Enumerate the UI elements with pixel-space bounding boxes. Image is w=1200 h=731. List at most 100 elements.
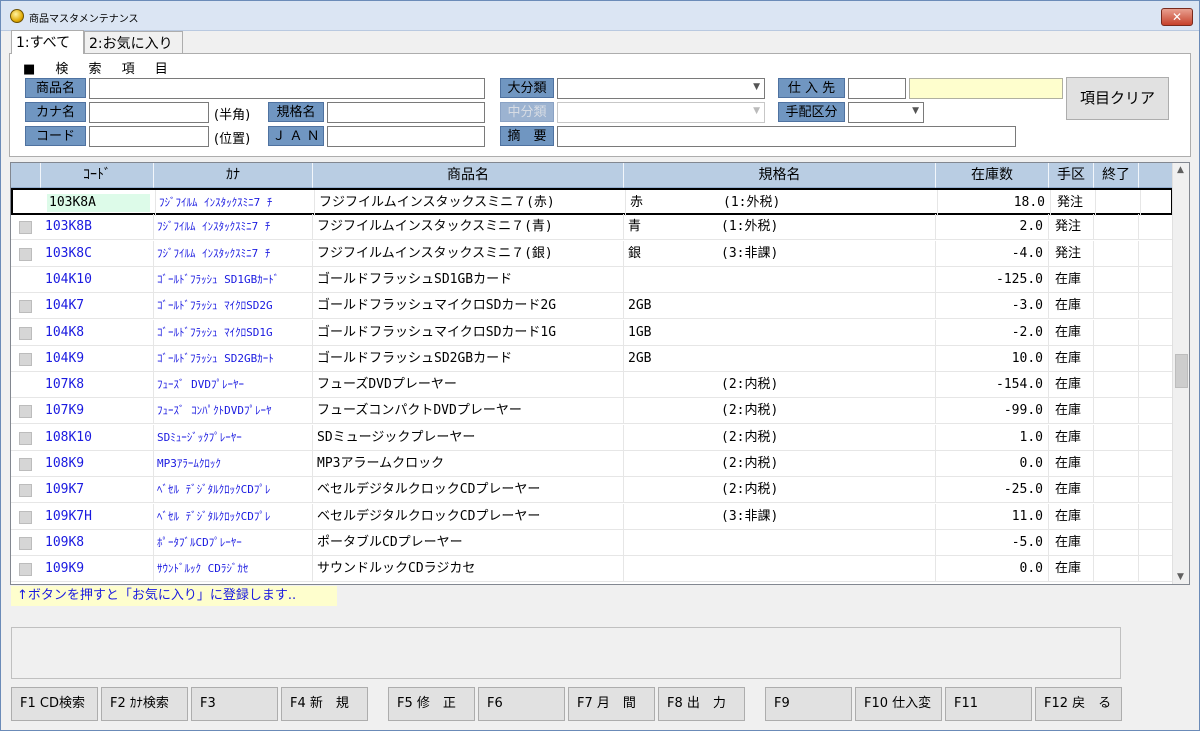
spec-cell[interactable]: 銀 (3:非課) <box>624 240 936 267</box>
kana-cell[interactable]: ﾌｼﾞﾌｲﾙﾑ ｲﾝｽﾀｯｸｽﾐﾆ7 ﾁ <box>154 214 313 241</box>
stock-cell[interactable]: -99.0 <box>936 398 1049 425</box>
minor-category-select[interactable]: ▼ <box>557 102 765 123</box>
table-row[interactable]: 109K9 ｻｳﾝﾄﾞﾙｯｸ CDﾗｼﾞｶｾ サウンドルックCDラジカセ 0.0 在庫 <box>11 556 1173 583</box>
kana-cell[interactable]: ﾌｼﾞﾌｲﾙﾑ ｲﾝｽﾀｯｸｽﾐﾆ7 ﾁ <box>156 190 315 216</box>
stock-cell[interactable]: 2.0 <box>936 214 1049 241</box>
table-row[interactable]: 107K8 ﾌｭｰｽﾞ DVDﾌﾟﾚｰﾔｰ フューズDVDプレーヤー (2:内税) -1… <box>11 372 1173 399</box>
order-type-cell[interactable]: 発注 <box>1049 240 1094 267</box>
major-category-select[interactable]: ▼ <box>557 78 765 99</box>
function-key-f9[interactable]: F9 <box>765 687 852 721</box>
spec-cell[interactable]: 1GB <box>624 319 936 346</box>
table-row[interactable]: 104K9 ｺﾞｰﾙﾄﾞﾌﾗｯｼｭ SD2GBｶｰﾄ ゴールドフラッシュSD2GBカ… <box>11 345 1173 372</box>
favorite-toggle-button[interactable] <box>19 484 32 498</box>
product-name-cell[interactable]: フジフイルムインスタックスミニ７(赤) <box>315 190 626 216</box>
stock-cell[interactable]: 1.0 <box>936 424 1049 451</box>
end-cell[interactable] <box>1094 398 1139 425</box>
function-key-f12[interactable]: F12 戻 る <box>1035 687 1122 721</box>
code-input[interactable] <box>89 126 209 147</box>
kana-cell[interactable]: ﾎﾟｰﾀﾌﾞﾙCDﾌﾟﾚｰﾔｰ <box>154 529 313 556</box>
end-cell[interactable] <box>1094 240 1139 267</box>
end-cell[interactable] <box>1094 529 1139 556</box>
table-row[interactable]: 104K8 ｺﾞｰﾙﾄﾞﾌﾗｯｼｭ ﾏｲｸﾛSD1G ゴールドフラッシュマイクロSD… <box>11 319 1173 346</box>
column-header-end[interactable]: 終了 <box>1094 163 1139 188</box>
kana-name-input[interactable] <box>89 102 209 123</box>
order-type-cell[interactable]: 在庫 <box>1049 503 1094 530</box>
code-cell[interactable]: 108K9 <box>41 451 154 477</box>
vertical-scrollbar[interactable]: ▲ ▼ <box>1172 163 1189 584</box>
stock-cell[interactable]: -154.0 <box>936 372 1049 399</box>
spec-cell[interactable]: 赤 (1:外税) <box>626 190 938 216</box>
tab-all[interactable]: 1:すべて <box>11 30 84 54</box>
function-key-f3[interactable]: F3 <box>191 687 278 721</box>
summary-input[interactable] <box>557 126 1016 147</box>
product-name-cell[interactable]: SDミュージックプレーヤー <box>313 424 624 451</box>
favorite-toggle-button[interactable] <box>19 352 32 366</box>
stock-cell[interactable]: -125.0 <box>936 266 1049 293</box>
product-name-cell[interactable]: ゴールドフラッシュSD2GBカード <box>313 345 624 372</box>
clear-fields-button[interactable]: 項目クリア <box>1066 77 1169 120</box>
product-name-cell[interactable]: フジフイルムインスタックスミニ７(青) <box>313 214 624 241</box>
table-row[interactable]: 103K8C ﾌｼﾞﾌｲﾙﾑ ｲﾝｽﾀｯｸｽﾐﾆ7 ﾁフジフイルムインスタックスミ… <box>11 240 1173 267</box>
kana-cell[interactable]: ﾍﾞｾﾙ ﾃﾞｼﾞﾀﾙｸﾛｯｸCDﾌﾟﾚ <box>154 503 313 530</box>
code-cell[interactable]: 104K8 <box>41 319 154 346</box>
kana-cell[interactable]: ｺﾞｰﾙﾄﾞﾌﾗｯｼｭ SD2GBｶｰﾄ <box>154 345 313 372</box>
favorite-toggle-button[interactable] <box>19 458 32 471</box>
spec-name-input[interactable] <box>327 102 485 123</box>
order-type-cell[interactable]: 在庫 <box>1049 372 1094 399</box>
code-cell[interactable]: 109K7H <box>41 503 154 530</box>
kana-cell[interactable]: ﾍﾞｾﾙ ﾃﾞｼﾞﾀﾙｸﾛｯｸCDﾌﾟﾚ <box>154 477 313 504</box>
stock-cell[interactable]: -4.0 <box>936 240 1049 267</box>
end-cell[interactable] <box>1094 477 1139 504</box>
favorite-toggle-button[interactable] <box>19 300 32 314</box>
end-cell[interactable] <box>1094 266 1139 293</box>
order-type-cell[interactable]: 発注 <box>1049 214 1094 241</box>
table-row[interactable]: 104K10 ｺﾞｰﾙﾄﾞﾌﾗｯｼｭ SD1GBｶｰﾄﾞ ゴールドフラッシュSD1G… <box>11 266 1173 293</box>
column-header-kana[interactable]: ｶﾅ <box>154 163 313 188</box>
product-name-input[interactable] <box>89 78 485 99</box>
function-key-f1[interactable]: F1 CD検索 <box>11 687 98 721</box>
code-cell[interactable]: 103K8C <box>41 240 154 267</box>
product-name-cell[interactable]: ポータブルCDプレーヤー <box>313 529 624 556</box>
end-cell[interactable] <box>1094 503 1139 530</box>
code-cell[interactable]: 107K8 <box>41 372 154 399</box>
spec-cell[interactable]: (3:非課) <box>624 503 936 530</box>
kana-cell[interactable]: ﾌｭｰｽﾞ ｺﾝﾊﾟｸﾄDVDﾌﾟﾚｰﾔ <box>154 398 313 425</box>
code-cell[interactable]: 103K8A <box>43 190 156 216</box>
function-key-f7[interactable]: F7 月 間 <box>568 687 655 721</box>
order-type-cell[interactable]: 発注 <box>1051 190 1096 216</box>
order-type-cell[interactable]: 在庫 <box>1049 556 1094 583</box>
order-type-cell[interactable]: 在庫 <box>1049 345 1094 372</box>
jan-input[interactable] <box>327 126 485 147</box>
stock-cell[interactable]: 11.0 <box>936 503 1049 530</box>
code-cell[interactable]: 104K10 <box>41 266 154 293</box>
favorite-toggle-button[interactable] <box>19 431 32 445</box>
stock-cell[interactable]: 18.0 <box>938 190 1051 216</box>
kana-cell[interactable]: SDﾐｭｰｼﾞｯｸﾌﾟﾚｰﾔｰ <box>154 424 313 451</box>
spec-cell[interactable]: (2:内税) <box>624 424 936 451</box>
code-cell[interactable]: 104K7 <box>41 293 154 320</box>
function-key-f11[interactable]: F11 <box>945 687 1032 721</box>
product-name-cell[interactable]: フューズDVDプレーヤー <box>313 372 624 399</box>
kana-cell[interactable]: MP3ｱﾗｰﾑｸﾛｯｸ <box>154 451 313 477</box>
end-cell[interactable] <box>1094 424 1139 451</box>
stock-cell[interactable]: -2.0 <box>936 319 1049 346</box>
spec-cell[interactable]: 青 (1:外税) <box>624 214 936 241</box>
spec-cell[interactable]: 2GB <box>624 345 936 372</box>
code-cell[interactable]: 108K10 <box>41 424 154 451</box>
kana-cell[interactable]: ﾌｭｰｽﾞ DVDﾌﾟﾚｰﾔｰ <box>154 372 313 399</box>
table-row[interactable]: 108K10 SDﾐｭｰｼﾞｯｸﾌﾟﾚｰﾔｰ SDミュージックプレーヤー (2:内税)… <box>11 424 1173 451</box>
column-header-order-type[interactable]: 手区 <box>1049 163 1094 188</box>
stock-cell[interactable]: -25.0 <box>936 477 1049 504</box>
end-cell[interactable] <box>1094 372 1139 399</box>
spec-cell[interactable]: (2:内税) <box>624 477 936 504</box>
close-button[interactable]: ✕ <box>1161 8 1193 26</box>
product-name-cell[interactable]: サウンドルックCDラジカセ <box>313 556 624 583</box>
code-cell[interactable]: 103K8B <box>41 214 154 241</box>
code-edit-field[interactable]: 103K8A <box>47 194 150 212</box>
column-header-spec[interactable]: 規格名 <box>624 163 936 188</box>
order-type-cell[interactable]: 在庫 <box>1049 398 1094 425</box>
spec-cell[interactable]: (2:内税) <box>624 451 936 477</box>
table-row[interactable]: 104K7 ｺﾞｰﾙﾄﾞﾌﾗｯｼｭ ﾏｲｸﾛSD2G ゴールドフラッシュマイクロSD… <box>11 293 1173 320</box>
stock-cell[interactable]: 0.0 <box>936 451 1049 477</box>
stock-cell[interactable]: -3.0 <box>936 293 1049 320</box>
